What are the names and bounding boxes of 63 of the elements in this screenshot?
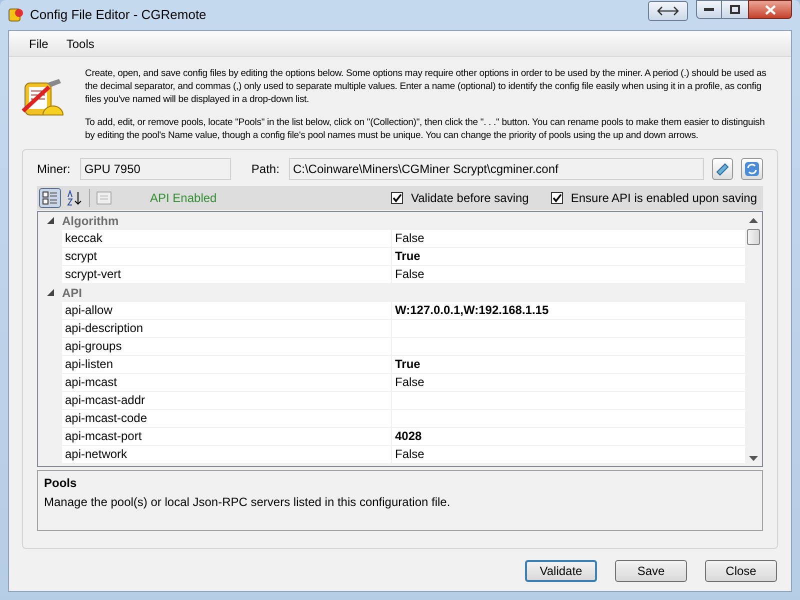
categorized-list-icon — [42, 191, 58, 205]
property-name[interactable]: api-mcast — [62, 374, 392, 392]
resize-button[interactable] — [648, 1, 688, 21]
category-header[interactable]: Algorithm — [62, 212, 119, 230]
property-name[interactable]: api-network — [62, 446, 392, 464]
app-icon — [8, 7, 24, 23]
open-file-button[interactable] — [712, 158, 734, 180]
sort-alphabetical-icon — [66, 190, 82, 206]
dialog-button[interactable]: Close — [705, 560, 777, 582]
double-arrow-icon — [657, 6, 679, 16]
property-name[interactable]: api-groups — [62, 338, 392, 356]
property-value[interactable]: True — [392, 356, 745, 374]
property-value[interactable]: W:127.0.0.1,W:192.168.1.15 — [392, 302, 745, 320]
property-name[interactable]: scrypt — [62, 248, 392, 266]
miner-field[interactable]: GPU 7950 — [80, 158, 232, 180]
collapse-icon[interactable] — [46, 289, 54, 296]
dialog-button[interactable]: Save — [615, 560, 687, 582]
menu-item[interactable]: Tools — [58, 32, 102, 54]
maximize-icon — [730, 5, 740, 14]
close-button[interactable] — [748, 0, 792, 19]
property-value[interactable]: True — [392, 248, 745, 266]
category-header[interactable]: API — [62, 284, 82, 302]
checkbox-label: Validate before saving — [411, 190, 529, 207]
refresh-icon — [744, 161, 760, 177]
property-name[interactable]: scrypt-vert — [62, 266, 392, 284]
description-title: Pools — [44, 475, 78, 492]
api-status: API Enabled — [150, 190, 217, 207]
checkbox[interactable] — [391, 192, 403, 204]
checkbox[interactable] — [550, 192, 563, 204]
path-label: Path: — [251, 161, 280, 178]
property-name[interactable]: api-mcast-code — [62, 410, 392, 428]
instructions-paragraph: Create, open, and save config files by editing the options below. Some options may require other options in order to be used by the miner. A period (.) should be used as the decimal separator, and commas (,) only used to separate multiple values. Enter a name (optional) to identify the config file easily when using it in a profile, as config files you've named will be displayed in a drop-down list. — [85, 67, 768, 106]
property-value[interactable]: False — [392, 230, 745, 248]
description-text: Manage the pool(s) or local Json-RPC servers listed in this configuration file. — [44, 494, 452, 511]
property-name[interactable]: keccak — [62, 230, 392, 248]
scroll-up-icon[interactable] — [749, 218, 758, 223]
property-name[interactable]: api-mcast-port — [62, 428, 392, 446]
window-title: Config File Editor - CGRemote — [30, 6, 206, 24]
close-icon — [764, 4, 776, 14]
property-name[interactable]: api-allow — [62, 302, 392, 320]
scroll-down-icon[interactable] — [749, 456, 758, 461]
dialog-button[interactable]: Validate — [525, 560, 597, 582]
property-pages-icon — [96, 191, 112, 205]
menu-item[interactable]: File — [21, 32, 56, 54]
minimize-button[interactable] — [696, 0, 722, 19]
collapse-icon[interactable] — [46, 217, 54, 224]
maximize-button[interactable] — [722, 0, 748, 19]
property-name[interactable]: api-description — [62, 320, 392, 338]
property-value[interactable]: False — [392, 374, 745, 392]
vertical-scrollbar[interactable] — [745, 212, 762, 466]
categorized-button[interactable] — [39, 188, 61, 208]
path-field[interactable]: C:\Coinware\Miners\CGMiner Scrypt\cgminer.conf — [288, 158, 704, 180]
checkbox-label: Ensure API is enabled upon saving — [570, 190, 757, 207]
refresh-button[interactable] — [741, 158, 763, 180]
instructions-paragraph: To add, edit, or remove pools, locate "Pools" in the list below, click on "(Collection)", then click the ". . ." button. You can rename pools to make them easier to distinguish by editing the pool's Name value, though a config file's pool names must be unique. You can change the priority of pools using the up and down arrows. — [85, 116, 766, 142]
minimize-icon — [704, 8, 714, 12]
property-value[interactable]: False — [392, 266, 745, 284]
property-value[interactable]: False — [392, 446, 745, 464]
property-name[interactable]: api-mcast-addr — [62, 392, 392, 410]
property-value[interactable]: 4028 — [392, 428, 745, 446]
miner-label: Miner: — [37, 161, 72, 178]
property-name[interactable]: api-listen — [62, 356, 392, 374]
scroll-thumb[interactable] — [747, 229, 760, 245]
